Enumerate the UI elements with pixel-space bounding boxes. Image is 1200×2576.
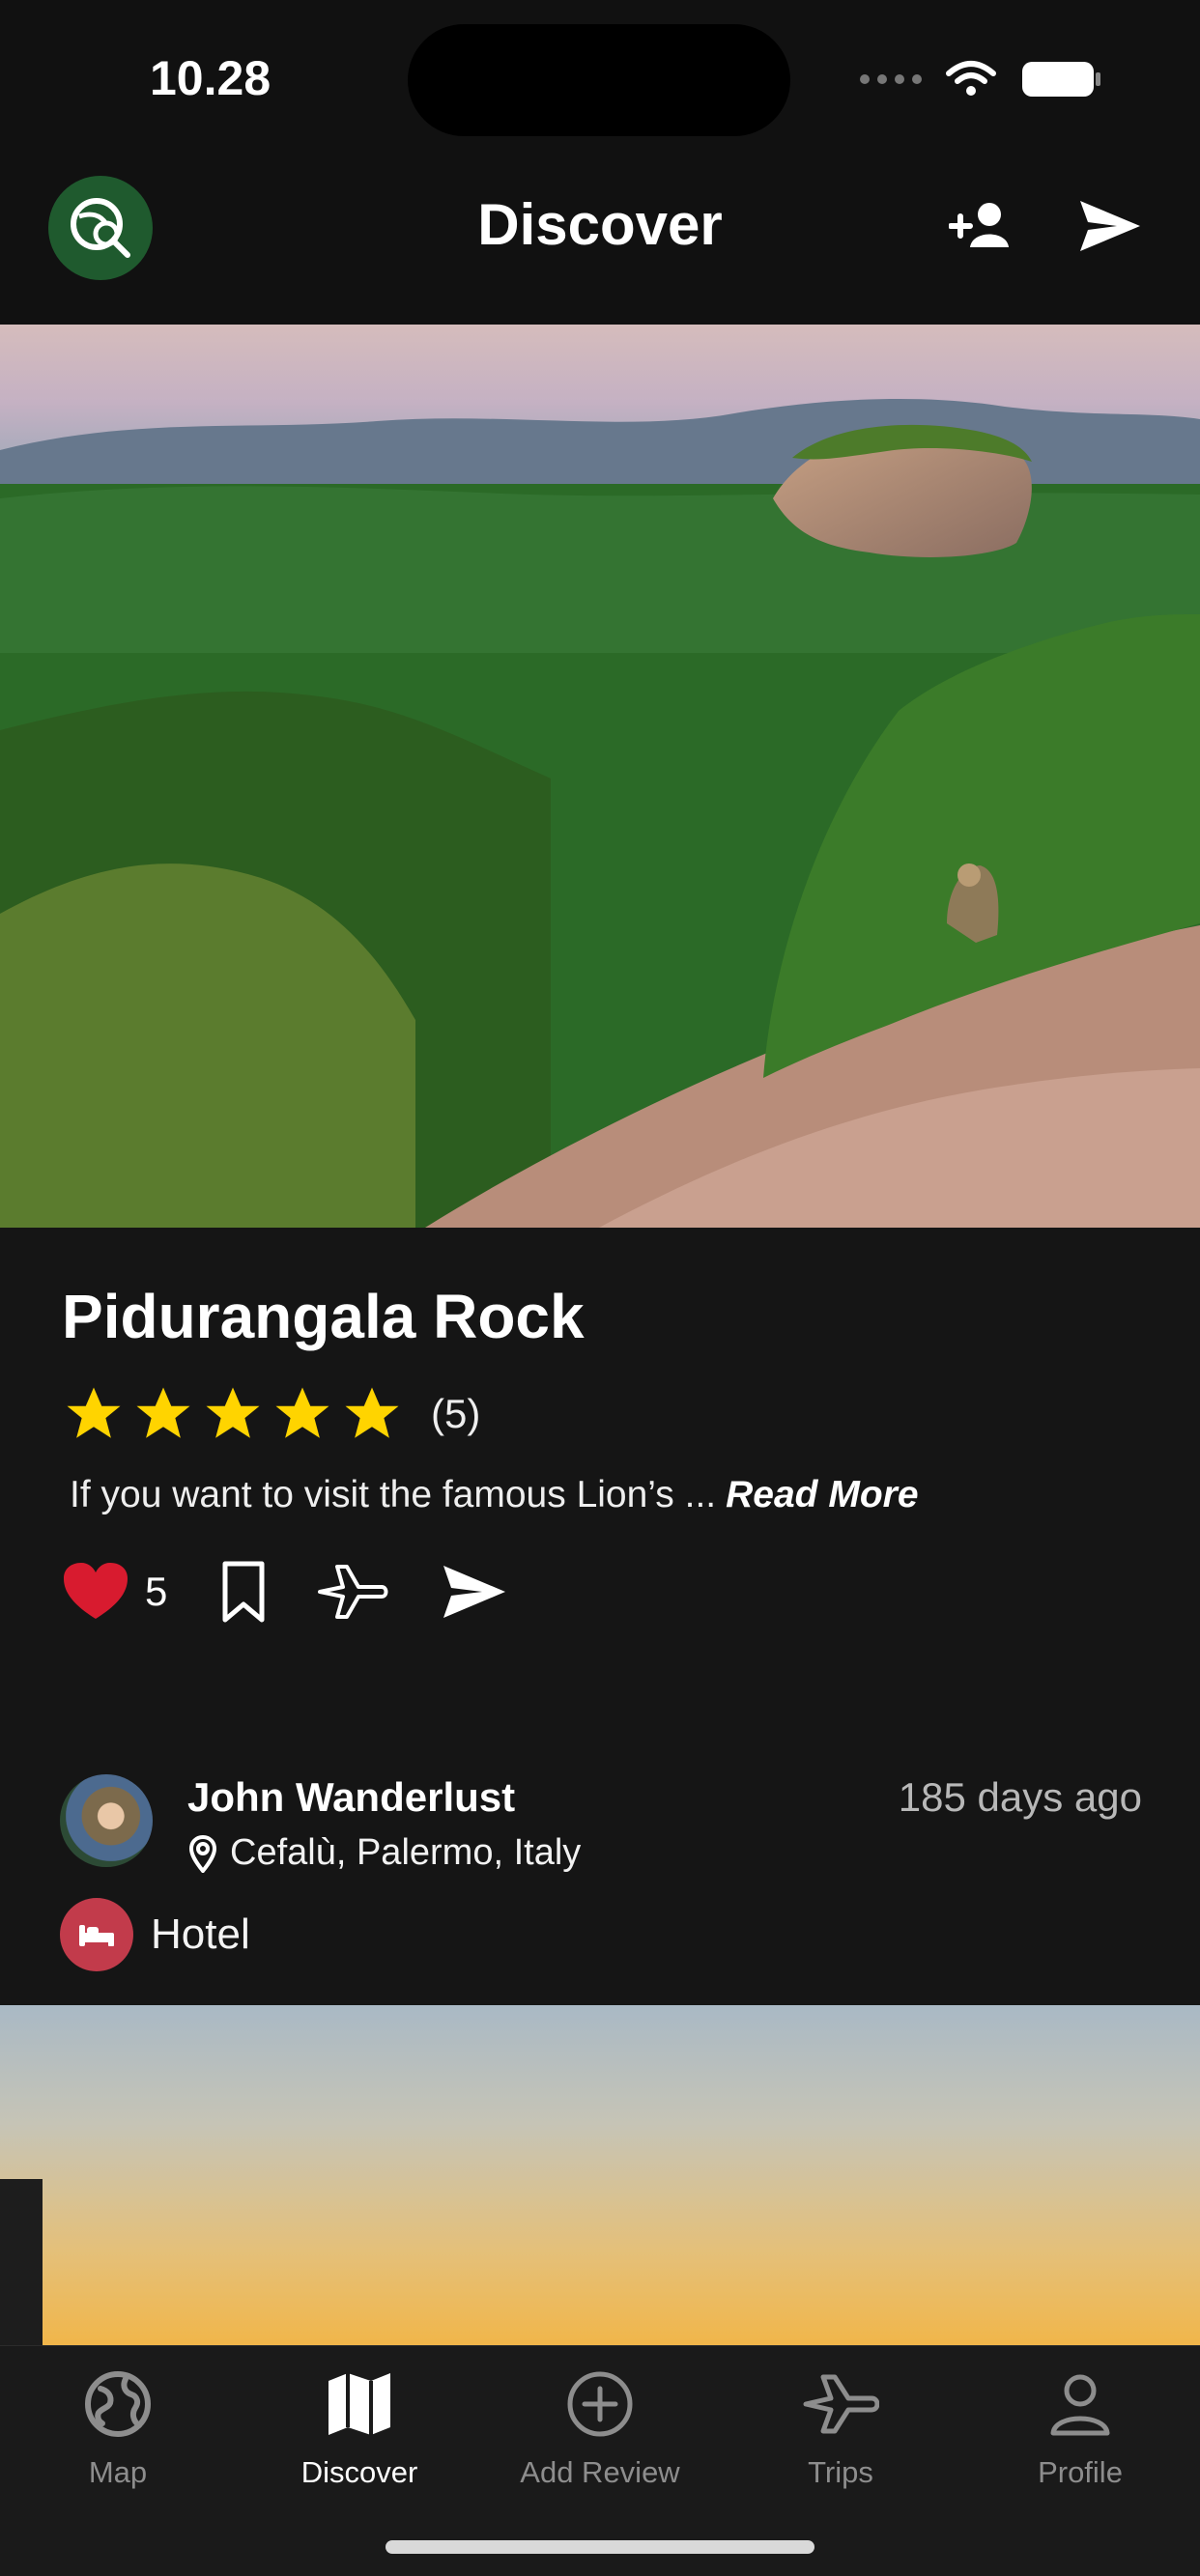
star-icon [206, 1387, 260, 1438]
post-card: Pidurangala Rock (5) If you want to visi… [0, 1228, 1200, 2005]
star-rating: (5) [62, 1382, 480, 1446]
plane-icon [803, 2374, 880, 2434]
wifi-icon [946, 61, 996, 96]
add-person-icon[interactable] [949, 197, 1018, 255]
dynamic-island [408, 24, 790, 136]
tab-label: Trips [808, 2455, 873, 2489]
star-icon [345, 1387, 399, 1438]
post-description: If you want to visit the famous Lion’s .… [70, 1474, 919, 1516]
signal-dots-icon [860, 74, 922, 84]
map-icon [329, 2373, 390, 2435]
tab-trips[interactable]: Trips [734, 2369, 947, 2490]
rating-count: (5) [431, 1391, 481, 1436]
heart-icon[interactable] [64, 1563, 128, 1621]
avatar[interactable] [60, 1774, 153, 1867]
person-icon [1050, 2374, 1110, 2436]
star-icon [275, 1387, 329, 1438]
tab-add-review[interactable]: Add Review [494, 2369, 706, 2490]
author-name[interactable]: John Wanderlust [187, 1774, 515, 1821]
posted-ago: 185 days ago [898, 1774, 1142, 1820]
description-text: If you want to visit the famous Lion’s .… [70, 1474, 717, 1515]
globe-icon [85, 2371, 151, 2437]
tab-label: Profile [1038, 2455, 1123, 2489]
next-image-silhouette [0, 2179, 43, 2345]
read-more-link[interactable]: Read More [726, 1474, 918, 1515]
bookmark-icon[interactable] [219, 1560, 268, 1624]
star-icon [136, 1387, 190, 1438]
tab-map[interactable]: Map [12, 2369, 224, 2490]
next-post-image[interactable] [0, 2005, 1200, 2345]
location-pin-icon [188, 1834, 217, 1873]
header-actions [949, 197, 1144, 255]
star-icon [67, 1387, 121, 1438]
tab-label: Map [88, 2455, 148, 2489]
plane-icon[interactable] [318, 1563, 389, 1621]
home-indicator [386, 2540, 814, 2554]
tab-label: Add Review [520, 2455, 680, 2489]
post-actions: 5 [64, 1560, 509, 1624]
add-circle-icon [567, 2371, 633, 2437]
post-hero-image[interactable] [0, 325, 1200, 1228]
author-info: John Wanderlust Cefalù, Palermo, Italy 1… [60, 1774, 1142, 1971]
location-text: Cefalù, Palermo, Italy [230, 1832, 582, 1873]
category-label: Hotel [151, 1911, 250, 1958]
like-count: 5 [145, 1569, 168, 1614]
author-location: Cefalù, Palermo, Italy [187, 1832, 581, 1874]
send-icon[interactable] [1076, 197, 1144, 255]
place-title: Pidurangala Rock [62, 1282, 585, 1351]
tab-label: Discover [300, 2455, 418, 2489]
bed-icon [60, 1898, 133, 1971]
tab-discover[interactable]: Discover [253, 2369, 466, 2490]
category-badge: Hotel [60, 1898, 250, 1971]
send-icon[interactable] [440, 1562, 509, 1622]
status-time: 10.28 [150, 51, 271, 105]
status-bar: 10.28 [0, 0, 1200, 155]
top-navigation: Discover [0, 155, 1200, 325]
status-icons [860, 60, 1103, 99]
battery-icon [1022, 62, 1100, 97]
tab-profile[interactable]: Profile [974, 2369, 1186, 2490]
